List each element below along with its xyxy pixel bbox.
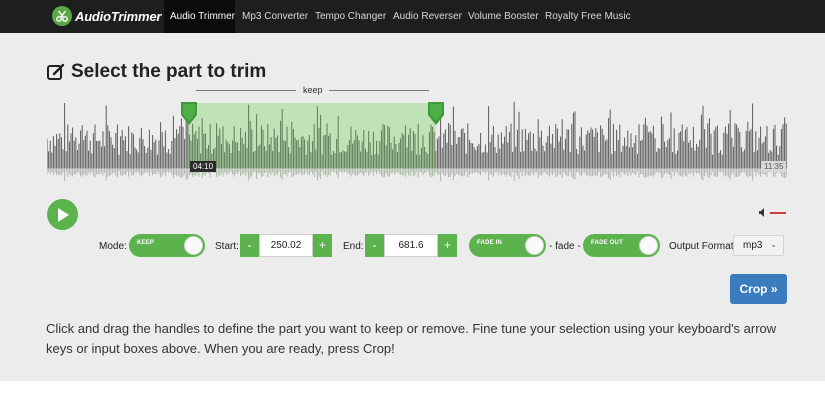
mode-toggle-text: KEEP [137,240,155,246]
fade-in-toggle[interactable]: FADE IN [469,234,546,257]
fade-in-text: FADE IN [477,240,503,246]
total-duration: 11:35 [761,161,787,172]
waveform-reflection [47,169,787,182]
play-button[interactable] [47,199,78,230]
fade-out-knob [639,236,658,255]
nav-mp3-converter[interactable]: Mp3 Converter [242,0,308,33]
end-input[interactable]: 681.6 [384,234,438,257]
logo[interactable]: AudioTrimmer [52,6,161,26]
waveform[interactable] [47,93,787,189]
nav-audio-trimmer[interactable]: Audio Trimmer [164,0,235,33]
fade-in-knob [525,236,544,255]
top-navbar: AudioTrimmer Audio Trimmer Mp3 Converter… [0,0,825,33]
nav-royalty-free-music[interactable]: Royalty Free Music [545,0,631,33]
end-decrement-button[interactable]: - [365,234,384,257]
fade-separator: - fade - [549,241,581,252]
nav-volume-booster[interactable]: Volume Booster [468,0,539,33]
keep-line-left [196,90,296,91]
logo-text: AudioTrimmer [75,8,162,24]
page-heading: Select the part to trim [46,61,266,83]
nav-audio-reverser[interactable]: Audio Reverser [393,0,462,33]
start-input[interactable]: 250.02 [259,234,313,257]
mode-label: Mode: [99,241,127,252]
output-format-label: Output Format [669,241,734,252]
start-decrement-button[interactable]: - [240,234,259,257]
keep-line-right [329,90,429,91]
mode-toggle-knob [184,236,203,255]
trim-handle-start[interactable] [181,102,197,125]
crop-button[interactable]: Crop » [730,274,787,304]
selection-start-time: 04:10 [190,161,217,172]
fade-out-text: FADE OUT [591,240,623,246]
start-label: Start: [215,241,239,252]
volume-slider[interactable] [770,211,786,214]
logo-scissors-icon [52,6,72,26]
help-text: Click and drag the handles to define the… [46,321,777,356]
fade-out-toggle[interactable]: FADE OUT [583,234,660,257]
volume-control[interactable] [759,208,786,217]
play-icon [57,207,69,222]
nav-tempo-changer[interactable]: Tempo Changer [315,0,386,33]
end-label: End: [343,241,364,252]
mode-toggle[interactable]: KEEP [129,234,205,257]
page-title: Select the part to trim [71,61,267,82]
start-increment-button[interactable]: + [313,234,332,257]
output-format-select[interactable]: mp3 ⌄ [733,235,784,256]
end-increment-button[interactable]: + [438,234,457,257]
trim-panel: Select the part to trim keep 04:10 11:35… [0,33,825,381]
edit-square-icon [47,63,65,80]
chevron-down-icon: ⌄ [770,240,777,249]
trim-handle-end[interactable] [428,102,444,125]
volume-icon [759,208,764,217]
output-format-value: mp3 [743,240,763,251]
